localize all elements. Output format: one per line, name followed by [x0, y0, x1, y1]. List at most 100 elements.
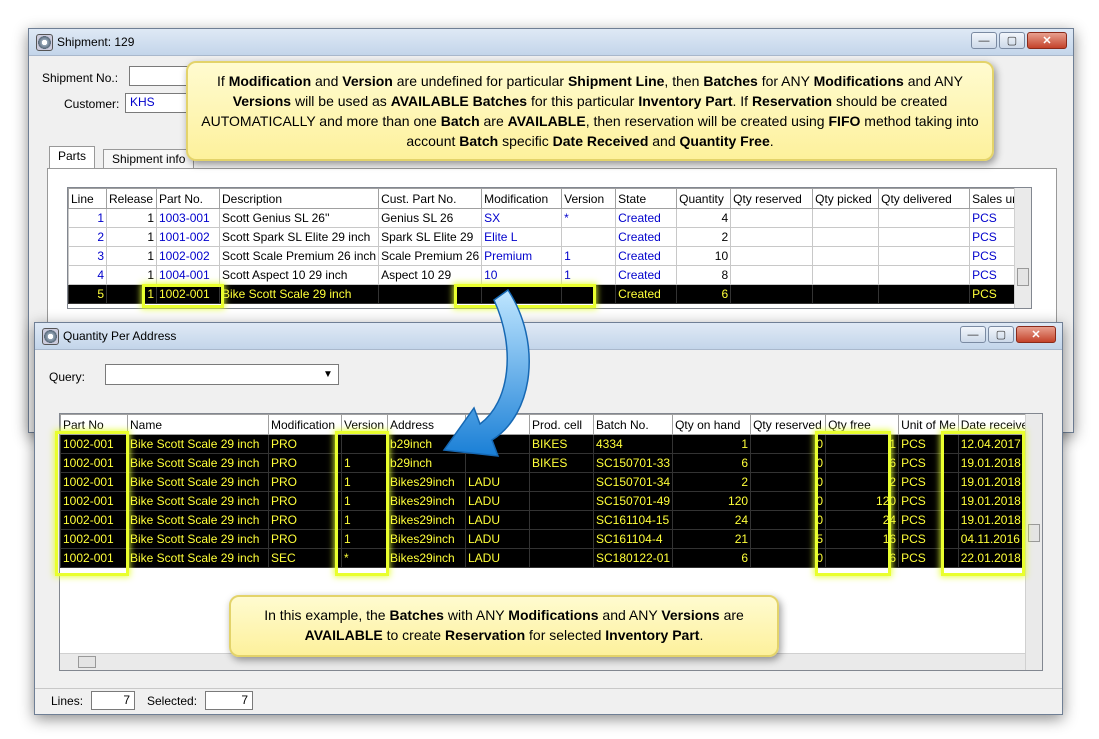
cell-part[interactable]: 1002-001	[60, 510, 128, 530]
cell-batch[interactable]: SC161104-4	[592, 529, 674, 549]
cell-part[interactable]: 1002-001	[60, 434, 128, 454]
cell-name[interactable]: Bike Scott Scale 29 inch	[127, 510, 269, 530]
table-row[interactable]: 2 1 1001-002 Scott Spark SL Elite 29 inch Sp…	[68, 227, 1031, 247]
cell-mod[interactable]: PRO	[268, 510, 342, 530]
cell-mod[interactable]: SEC	[268, 548, 342, 568]
cell-release[interactable]: 1	[106, 284, 157, 304]
cell-cell[interactable]	[529, 529, 594, 549]
cell-name[interactable]: Bike Scott Scale 29 inch	[127, 529, 269, 549]
cell-loc[interactable]: LADU	[465, 548, 530, 568]
cell-ver[interactable]: 1	[341, 472, 388, 492]
cell-ver[interactable]: 1	[561, 246, 617, 266]
cell-onhand[interactable]: 21	[672, 529, 752, 549]
cell-free[interactable]: 24	[825, 510, 900, 530]
cell-ver[interactable]	[341, 434, 388, 454]
col-header[interactable]: Name	[127, 414, 269, 435]
col-header[interactable]: Part No.	[156, 188, 220, 209]
table-row[interactable]: 1002-001 Bike Scott Scale 29 inch PRO 1 b29i…	[60, 453, 1041, 473]
table-row[interactable]: 1002-001 Bike Scott Scale 29 inch PRO 1 Bike…	[60, 510, 1041, 530]
col-header[interactable]: Batch No.	[592, 414, 674, 435]
table-row[interactable]: 1002-001 Bike Scott Scale 29 inch SEC * Bike…	[60, 548, 1041, 568]
chevron-down-icon[interactable]: ▼	[320, 366, 336, 383]
cell-release[interactable]: 1	[106, 265, 157, 285]
shipment-vscroll[interactable]	[1014, 188, 1031, 308]
maximize-button[interactable]: ▢	[988, 326, 1014, 343]
cell-ver[interactable]: 1	[341, 510, 388, 530]
cell-ver[interactable]: 1	[341, 529, 388, 549]
cell-onhand[interactable]: 6	[672, 548, 752, 568]
tab-parts[interactable]: Parts	[49, 146, 96, 169]
cell-part[interactable]: 1001-002	[156, 227, 220, 247]
cell-line[interactable]: 2	[68, 227, 107, 247]
col-header[interactable]: Qty delivered	[878, 188, 971, 209]
cell-part[interactable]: 1002-001	[156, 284, 220, 304]
cell-unit[interactable]: PCS	[898, 510, 959, 530]
cell-loc[interactable]: LADU	[465, 491, 530, 511]
cell-line[interactable]: 5	[68, 284, 107, 304]
cell-onhand[interactable]: 24	[672, 510, 752, 530]
col-header[interactable]: Version	[341, 414, 388, 435]
cell-mod[interactable]: PRO	[268, 529, 342, 549]
cell-mod[interactable]: SX	[481, 208, 563, 228]
col-header[interactable]: Quantity	[676, 188, 732, 209]
maximize-button[interactable]: ▢	[999, 32, 1025, 49]
cell-batch[interactable]: SC150701-33	[592, 453, 674, 473]
cell-mod[interactable]: PRO	[268, 453, 342, 473]
cell-cell[interactable]	[529, 472, 594, 492]
cell-line[interactable]: 1	[68, 208, 107, 228]
col-header[interactable]: Line	[68, 188, 107, 209]
cell-onhand[interactable]: 120	[672, 491, 752, 511]
cell-state[interactable]: Created	[615, 227, 678, 247]
cell-qty[interactable]: 8	[676, 265, 732, 285]
cell-mod[interactable]: PRO	[268, 491, 342, 511]
cell-batch[interactable]: SC180122-01	[592, 548, 674, 568]
table-row[interactable]: 1002-001 Bike Scott Scale 29 inch PRO 1 Bike…	[60, 529, 1041, 549]
cell-release[interactable]: 1	[106, 227, 157, 247]
cell-qdel[interactable]	[878, 265, 971, 285]
cell-line[interactable]: 3	[68, 246, 107, 266]
cell-part[interactable]: 1002-001	[60, 453, 128, 473]
cell-name[interactable]: Bike Scott Scale 29 inch	[127, 491, 269, 511]
cell-mod[interactable]: PRO	[268, 472, 342, 492]
cell-qty[interactable]: 6	[676, 284, 732, 304]
qpa-scroll-thumb[interactable]	[1028, 524, 1040, 542]
cell-name[interactable]: Bike Scott Scale 29 inch	[127, 472, 269, 492]
query-select[interactable]: ▼	[105, 364, 339, 385]
col-header[interactable]: Modification	[268, 414, 342, 435]
cell-part[interactable]: 1004-001	[156, 265, 220, 285]
col-header[interactable]: Unit of Me	[898, 414, 959, 435]
shipment-scroll-thumb[interactable]	[1017, 268, 1029, 286]
cell-res[interactable]: 0	[750, 491, 827, 511]
col-header[interactable]: Cust. Part No.	[378, 188, 483, 209]
cell-name[interactable]: Bike Scott Scale 29 inch	[127, 434, 269, 454]
cell-loc[interactable]: LADU	[465, 510, 530, 530]
cell-onhand[interactable]: 6	[672, 453, 752, 473]
cell-unit[interactable]: PCS	[898, 529, 959, 549]
cell-qdel[interactable]	[878, 284, 971, 304]
cell-desc[interactable]: Scott Spark SL Elite 29 inch	[218, 227, 380, 247]
cell-line[interactable]: 4	[68, 265, 107, 285]
cell-cell[interactable]	[529, 491, 594, 511]
cell-qres[interactable]	[730, 208, 814, 228]
cell-ver[interactable]: 1	[341, 453, 388, 473]
cell-qres[interactable]	[730, 265, 814, 285]
cell-part[interactable]: 1002-001	[60, 491, 128, 511]
cell-batch[interactable]: SC150701-49	[592, 491, 674, 511]
cell-cell[interactable]	[529, 548, 594, 568]
close-button[interactable]: ✕	[1027, 32, 1067, 49]
cell-qpick[interactable]	[812, 227, 880, 247]
cell-loc[interactable]: LADU	[465, 472, 530, 492]
table-row[interactable]: 1002-001 Bike Scott Scale 29 inch PRO 1 Bike…	[60, 472, 1041, 492]
table-row[interactable]: 1 1 1003-001 Scott Genius SL 26'' Genius SL …	[68, 208, 1031, 228]
cell-res[interactable]: 0	[750, 453, 827, 473]
cell-addr[interactable]: Bikes29inch	[387, 491, 466, 511]
col-header[interactable]: Version	[561, 188, 617, 209]
cell-qpick[interactable]	[812, 246, 880, 266]
cell-part[interactable]: 1002-001	[60, 548, 128, 568]
tab-shipment-info[interactable]: Shipment info	[103, 149, 195, 169]
cell-ver[interactable]: 1	[341, 491, 388, 511]
table-row[interactable]: 1002-001 Bike Scott Scale 29 inch PRO 1 Bike…	[60, 491, 1041, 511]
col-header[interactable]: Qty reserved	[730, 188, 814, 209]
cell-free[interactable]: 6	[825, 548, 900, 568]
cell-cust[interactable]: Genius SL 26	[378, 208, 483, 228]
